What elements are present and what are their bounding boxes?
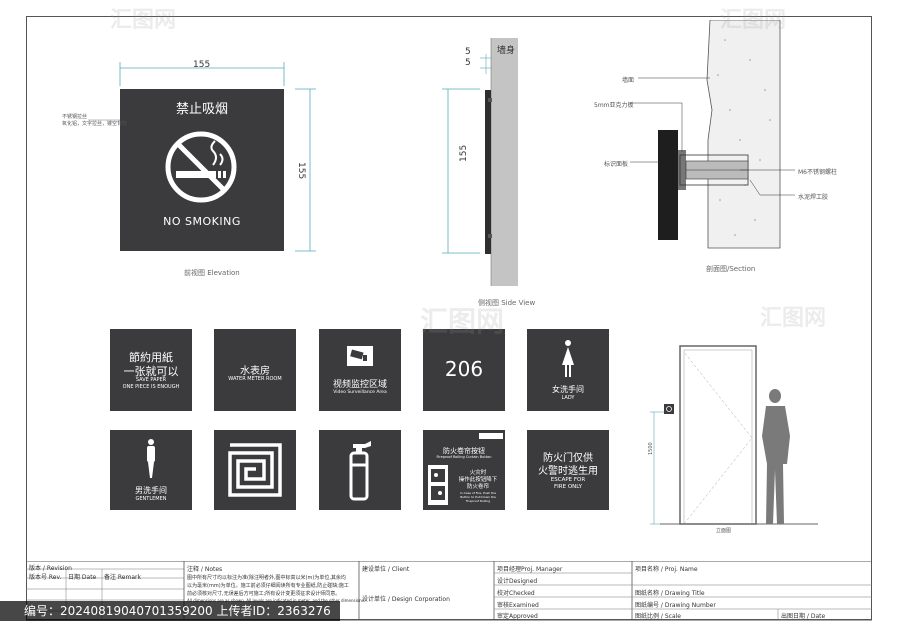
notes-title: 注释 / Notes: [187, 566, 223, 573]
sign-gentlemen: 男洗手间 GENTLEMEN: [110, 430, 192, 510]
person-silhouette: [762, 389, 790, 524]
section-label-bolt: M6不锈钢螺柱: [798, 169, 837, 176]
note-line-1: 不锈钢拉丝: [62, 114, 88, 120]
elevation-height-dim: 155: [296, 162, 306, 180]
scale-label: 图纸比例 / Scale: [635, 613, 681, 620]
date-header: 日期 Date: [68, 574, 97, 581]
sign-fire-extinguisher: [319, 430, 401, 510]
sign-subtext: WATER METER ROOM: [228, 376, 282, 382]
approved-label: 审定Approved: [497, 613, 538, 620]
sign-fire-curtain-button: 防火卷帘按钮 Fireproof Rolling Curtain Button …: [423, 430, 505, 510]
sign-text-line: 火警时逃生用: [538, 466, 598, 477]
sign-text-line: 视频监控区域: [332, 380, 387, 390]
spiral-icon: [228, 443, 282, 497]
notes-line: 图中所有尺寸均以标注为准(除注明者外,图中标高以米(m)为单位,其余均: [187, 575, 346, 581]
sign-subtext: GENTLEMEN: [135, 496, 167, 502]
elevation-width-dim: 155: [193, 60, 211, 70]
design-corp-label: 设计单位 / Design Corporation: [362, 596, 450, 603]
wall-label: 墙身: [497, 46, 516, 56]
client-label: 建设单位 / Client: [362, 566, 410, 573]
fire-extinguisher-icon: [349, 441, 371, 501]
sign-text-line: 206: [444, 357, 484, 381]
side-view-drawing: [442, 38, 518, 286]
sign-subtext: SAVE PAPER: [135, 377, 167, 383]
section-label-wall: 墙面: [622, 77, 635, 84]
note-line-2: 氧化铝，文字拉丝，镂空背灯: [62, 121, 128, 127]
sign-subtext: ESCAPE FOR: [550, 477, 586, 483]
side-dim-b: 5: [465, 58, 471, 68]
door-height-dim: 1500: [648, 442, 654, 455]
button-panel-icon: [428, 465, 448, 505]
sign-extra-line: 防火卷帘: [466, 484, 489, 490]
sign-video-surveillance: 视频监控区域 Video Surveillance Area: [319, 329, 401, 411]
no-smoking-sign: 禁止吸烟 NO SMOKING: [120, 89, 284, 251]
sign-lady: 女洗手间 LADY: [527, 329, 609, 411]
sign-room-206: 206: [423, 329, 505, 411]
section-drawing: [630, 20, 795, 249]
sign-text-line: 女洗手间: [552, 385, 584, 394]
drawing-title-label: 图纸名称 / Drawing Title: [635, 590, 705, 597]
sign-subtext: LADY: [561, 395, 575, 401]
woman-icon: [562, 340, 574, 377]
sign-text-line: 水表房: [240, 366, 270, 377]
sign-save-paper: 節約用紙 一张就可以 SAVE PAPER ONE PIECE IS ENOUG…: [110, 329, 192, 411]
sign-spiral: [214, 430, 296, 510]
number-plate: [479, 433, 503, 439]
side-caption: 侧视图 Side View: [478, 299, 536, 307]
examined-label: 审核Examined: [497, 602, 539, 609]
section-label-acrylic: 5mm亚克力板: [594, 102, 634, 109]
section-label-glue: 水泥焊工胶: [798, 194, 829, 201]
upload-info-bar: 编号：20240819040701359200 上传者ID：2363276: [0, 601, 340, 621]
drawing-number-label: 图纸编号 / Drawing Number: [635, 602, 716, 609]
man-icon: [147, 439, 155, 478]
notes-line: 前必须核对尺寸,无误差后方可施工;所有设计变更须征求设计师同意。: [187, 591, 341, 597]
door-elevation-drawing: [650, 345, 818, 525]
notes-line: 以为毫米(mm)为单位。施工前必须仔细阅读所有专业图纸,防止碰缺;施工: [187, 583, 349, 589]
date-out-label: 出图日期 / Date: [781, 613, 826, 620]
manager-label: 项目经理Proj. Manager: [497, 566, 563, 573]
no-smoking-icon: [165, 131, 237, 203]
side-dim-a: 5: [465, 47, 471, 57]
proj-name-label: 项目名称 / Proj. Name: [635, 566, 698, 573]
designed-label: 设计Designed: [497, 578, 538, 585]
sign-title-en: NO SMOKING: [163, 215, 241, 228]
checked-label: 校对Checked: [497, 590, 535, 597]
sign-subtext: Fireproof Rolling Curtain Button: [436, 455, 492, 459]
sign-water-meter: 水表房 WATER METER ROOM: [214, 329, 296, 411]
door-caption: 立面图: [716, 528, 732, 534]
sign-extra-sub: Fireproof Rolling: [465, 499, 491, 503]
sign-text-line: 男洗手间: [135, 486, 167, 495]
sign-subtext: ONE PIECE IS ENOUGH: [122, 384, 180, 390]
sign-title-cn: 禁止吸烟: [175, 102, 228, 117]
sign-subtext: FIRE ONLY: [554, 484, 582, 490]
section-label-panel: 标识面板: [604, 161, 629, 168]
sign-subtext: Video Surveillance Area: [333, 390, 387, 395]
side-height-dim: 155: [459, 144, 469, 162]
section-caption: 剖面图/Section: [706, 265, 756, 273]
camera-icon: [347, 346, 373, 366]
elevation-caption: 前视图 Elevation: [184, 269, 240, 277]
sign-fire-door: 防火门仅供 火警时逃生用 ESCAPE FOR FIRE ONLY: [527, 430, 609, 510]
rev-no-header: 版本号 Rev.: [29, 574, 62, 581]
revision-header: 版本 / Revision: [29, 565, 72, 572]
remark-header: 备注 Remark: [104, 574, 141, 581]
